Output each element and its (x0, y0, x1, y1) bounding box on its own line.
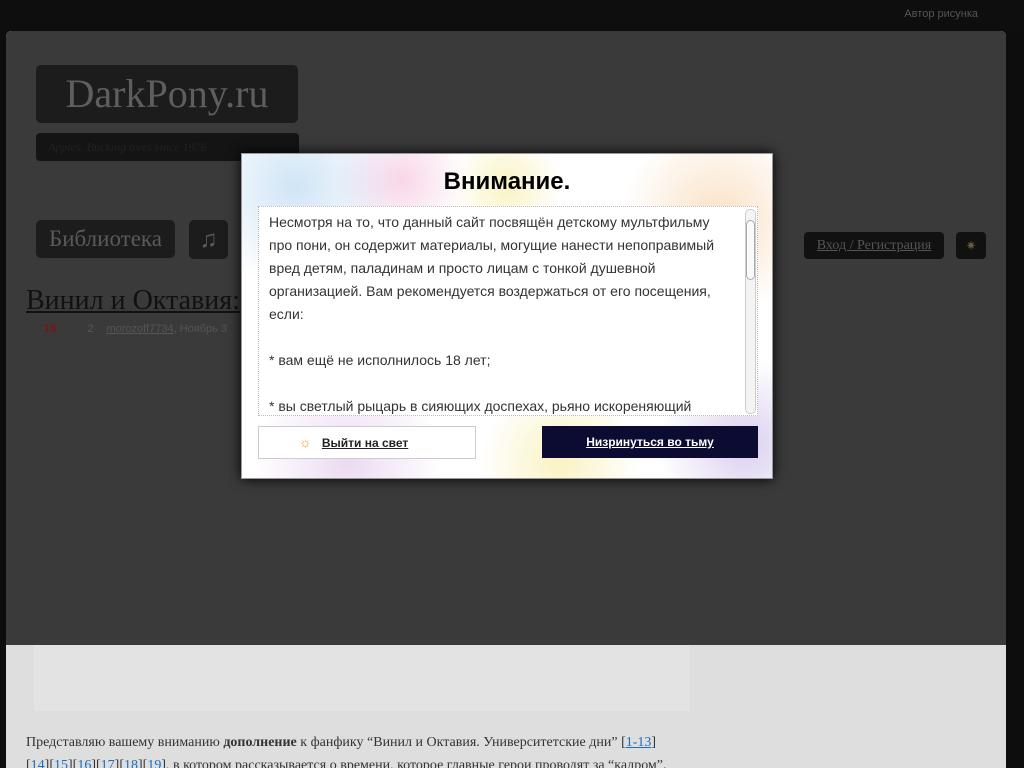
post-intro: Представляю вашему вниманию дополнение к… (26, 731, 986, 768)
warning-item: * вы светлый рыцарь в сияющих доспехах, … (269, 398, 692, 414)
chapter-link[interactable]: 16 (77, 758, 91, 768)
leave-label: Выйти на свет (321, 436, 409, 450)
intro-text: , в котором рассказывается о времени, ко… (165, 758, 667, 768)
warning-modal: Внимание. Несмотря на то, что данный сай… (241, 153, 773, 479)
sun-icon[interactable]: ✷ (956, 232, 986, 259)
post-title[interactable]: Винил и Октавия: (26, 285, 240, 317)
leave-button[interactable]: ☼ Выйти на свет (258, 426, 476, 459)
author-link[interactable]: morozoff7734 (107, 323, 174, 335)
modal-scrollbar[interactable] (745, 209, 756, 414)
comment-count[interactable]: 2 (87, 323, 93, 335)
top-bar: Автор рисунка (0, 0, 1024, 31)
chapter-link[interactable]: 19 (147, 758, 161, 768)
modal-title: Внимание. (443, 168, 571, 195)
post-image (34, 645, 690, 711)
warning-item: * вам ещё не исполнилось 18 лет; (269, 352, 491, 368)
intro-text: к фанфику “Винил и Октавия. Университетс… (296, 735, 626, 750)
intro-text: Представляю вашему вниманию (26, 735, 224, 750)
login-register-link[interactable]: Вход / Регистрация (804, 232, 944, 259)
intro-bold: дополнение (223, 735, 297, 750)
modal-body[interactable]: Несмотря на то, что данный сайт посвящён… (258, 206, 758, 416)
site-logo[interactable]: DarkPony.ru (36, 65, 298, 123)
chapter-link[interactable]: 15 (54, 758, 68, 768)
scrollbar-thumb[interactable] (746, 220, 755, 280)
warning-text: Несмотря на то, что данный сайт посвящён… (269, 214, 715, 322)
chapter-link[interactable]: 14 (31, 758, 45, 768)
chapter-link[interactable]: 18 (124, 758, 138, 768)
enter-button[interactable]: Низринуться во тьму (542, 426, 758, 458)
enter-label: Низринуться во тьму (586, 435, 714, 449)
library-button[interactable]: Библиотека (36, 220, 175, 258)
chapter-link[interactable]: 1-13 (626, 735, 652, 750)
chapter-link[interactable]: 17 (101, 758, 115, 768)
intro-text: ] (651, 735, 657, 750)
post-meta: 18 2 morozoff7734, Ноябрь 3 (44, 323, 228, 335)
age-rating: 18 (44, 323, 57, 335)
post-date: Ноябрь 3 (179, 323, 228, 335)
music-note-icon[interactable]: ♫ (189, 220, 228, 259)
sun-icon: ☼ (299, 434, 312, 450)
image-author-link[interactable]: Автор рисунка (904, 8, 978, 20)
